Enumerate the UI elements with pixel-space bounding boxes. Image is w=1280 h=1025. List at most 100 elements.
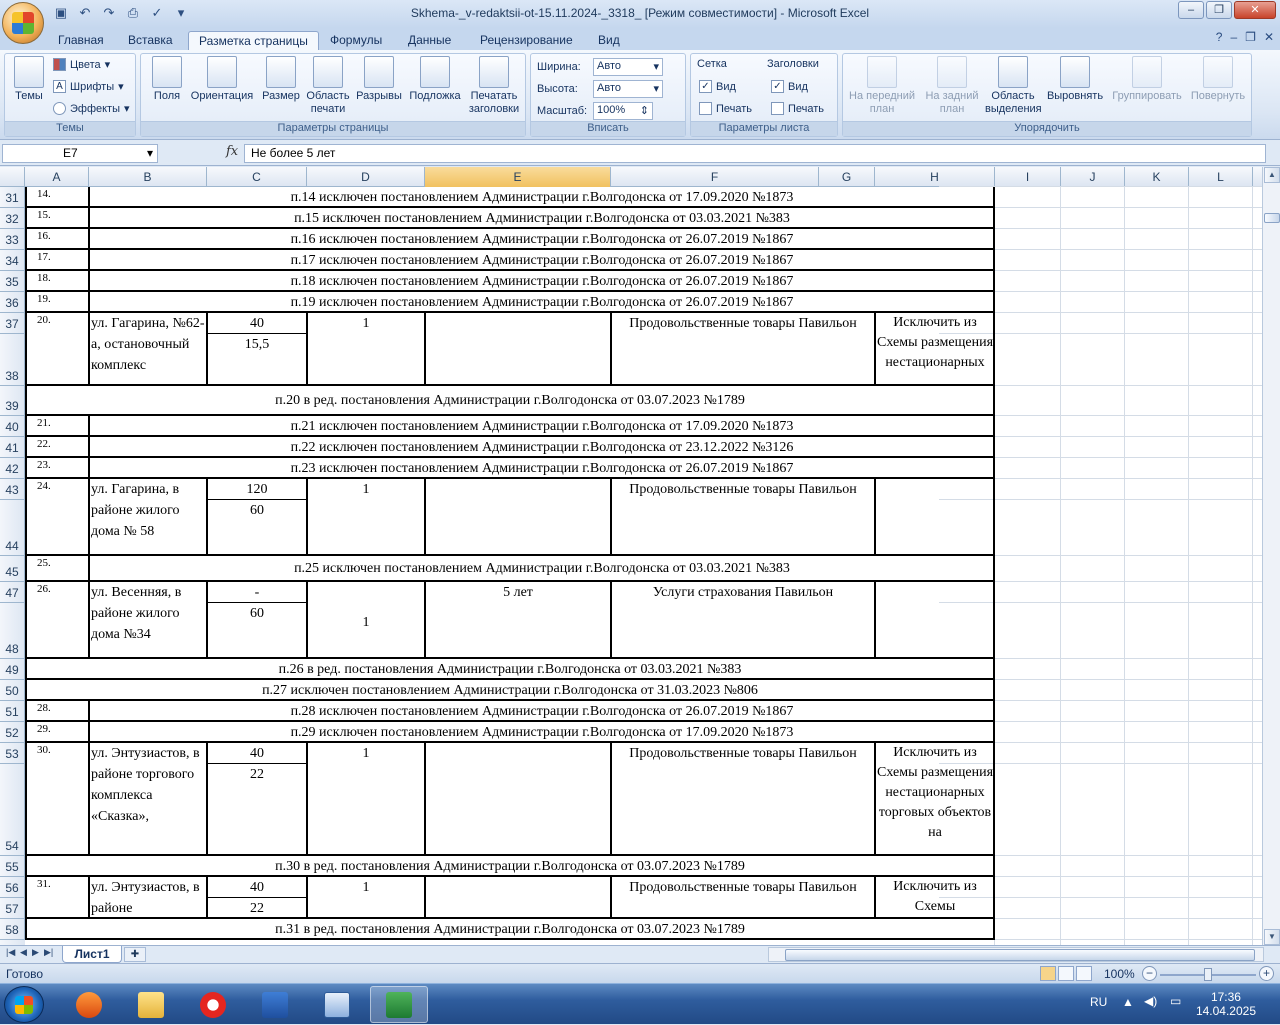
- colors-button[interactable]: Цвета ▾: [53, 58, 110, 71]
- horizontal-scrollbar[interactable]: [768, 947, 1264, 962]
- row-header-52[interactable]: 52: [0, 722, 25, 743]
- tab-data[interactable]: Данные: [398, 31, 461, 50]
- column-header-d[interactable]: D: [307, 167, 425, 187]
- normal-view-icon[interactable]: [1040, 966, 1056, 981]
- row-header-53[interactable]: 53: [0, 743, 25, 764]
- row-header-34[interactable]: 34: [0, 250, 25, 271]
- page-layout-view-icon[interactable]: [1058, 966, 1074, 981]
- row-header-54[interactable]: 54: [0, 764, 25, 856]
- effects-button[interactable]: Эффекты ▾: [53, 102, 130, 115]
- column-header-b[interactable]: B: [89, 167, 207, 187]
- breaks-button[interactable]: Разрывы: [353, 56, 405, 103]
- ribbon-close-icon[interactable]: ✕: [1264, 30, 1274, 44]
- tab-home[interactable]: Главная: [48, 31, 114, 50]
- zoom-slider-knob[interactable]: [1204, 968, 1212, 981]
- office-button[interactable]: [2, 2, 44, 44]
- help-icon[interactable]: ?: [1216, 30, 1223, 44]
- headings-view-checkbox[interactable]: ✓ Вид: [771, 80, 808, 93]
- column-header-j[interactable]: J: [1061, 167, 1125, 187]
- tab-page-layout[interactable]: Разметка страницы: [188, 31, 319, 50]
- bring-forward-button[interactable]: На передний план: [845, 56, 919, 116]
- name-box[interactable]: E7 ▾: [2, 144, 158, 163]
- vertical-scrollbar[interactable]: ▲ ▼: [1262, 167, 1280, 945]
- row-header-45[interactable]: 45: [0, 556, 25, 582]
- formula-input[interactable]: Не более 5 лет: [244, 144, 1266, 163]
- new-sheet-icon[interactable]: ✚: [124, 947, 146, 962]
- taskbar-media-player[interactable]: [60, 986, 118, 1023]
- row-header-49[interactable]: 49: [0, 659, 25, 680]
- next-sheet-icon[interactable]: ▶: [32, 947, 39, 958]
- background-button[interactable]: Подложка: [405, 56, 465, 103]
- zoom-level[interactable]: 100%: [1104, 967, 1135, 981]
- restore-button[interactable]: ❐: [1206, 1, 1232, 19]
- taskbar-app-window[interactable]: [308, 986, 366, 1023]
- row-header-55[interactable]: 55: [0, 856, 25, 877]
- scroll-down-icon[interactable]: ▼: [1264, 929, 1280, 945]
- taskbar-word[interactable]: [246, 986, 304, 1023]
- scroll-up-icon[interactable]: ▲: [1264, 167, 1280, 183]
- row-header-41[interactable]: 41: [0, 437, 25, 458]
- row-header-47[interactable]: 47: [0, 582, 25, 603]
- column-header-l[interactable]: L: [1189, 167, 1253, 187]
- insert-function-button[interactable]: fx: [226, 144, 238, 159]
- row-header-37[interactable]: 37: [0, 313, 25, 334]
- row-header-58[interactable]: 58: [0, 919, 25, 940]
- headings-print-checkbox[interactable]: Печать: [771, 102, 824, 115]
- print-titles-button[interactable]: Печатать заголовки: [465, 56, 523, 116]
- tab-view[interactable]: Вид: [588, 31, 630, 50]
- row-header-32[interactable]: 32: [0, 208, 25, 229]
- volume-icon[interactable]: ◀): [1144, 994, 1157, 1008]
- row-header-40[interactable]: 40: [0, 416, 25, 437]
- vertical-scroll-thumb[interactable]: [1264, 213, 1280, 223]
- column-header-i[interactable]: I: [995, 167, 1061, 187]
- row-header-57[interactable]: 57: [0, 898, 25, 919]
- cell-grid[interactable]: 14. п.14 исключен постановлением Админист…: [25, 186, 1262, 945]
- zoom-in-icon[interactable]: +: [1259, 966, 1274, 981]
- taskbar-explorer[interactable]: [122, 986, 180, 1023]
- start-button[interactable]: [4, 986, 44, 1023]
- selection-pane-button[interactable]: Область выделения: [985, 56, 1042, 116]
- column-header-c[interactable]: C: [207, 167, 307, 187]
- width-select[interactable]: Авто ▾: [593, 58, 663, 76]
- zoom-out-icon[interactable]: −: [1142, 966, 1157, 981]
- row-header-35[interactable]: 35: [0, 271, 25, 292]
- column-header-a[interactable]: A: [25, 167, 89, 187]
- send-backward-button[interactable]: На задний план: [919, 56, 985, 116]
- ribbon-restore-icon[interactable]: ❐: [1245, 30, 1256, 44]
- margins-button[interactable]: Поля: [147, 56, 187, 103]
- ribbon-minimize-icon[interactable]: –: [1230, 30, 1237, 44]
- close-button[interactable]: ✕: [1234, 1, 1276, 19]
- sheet-tab-list1[interactable]: Лист1: [62, 946, 122, 963]
- row-header-44[interactable]: 44: [0, 500, 25, 556]
- row-header-36[interactable]: 36: [0, 292, 25, 313]
- taskbar-excel[interactable]: [370, 986, 428, 1023]
- rotate-button[interactable]: Повернуть: [1187, 56, 1249, 103]
- column-header-f[interactable]: F: [611, 167, 819, 187]
- first-sheet-icon[interactable]: |◀: [6, 947, 15, 958]
- taskbar-yandex-browser[interactable]: [184, 986, 242, 1023]
- row-header-51[interactable]: 51: [0, 701, 25, 722]
- column-header-h[interactable]: H: [875, 167, 995, 187]
- column-header-e[interactable]: E: [425, 167, 611, 187]
- language-indicator[interactable]: RU: [1090, 995, 1107, 1009]
- fonts-button[interactable]: A Шрифты ▾: [53, 80, 124, 93]
- align-button[interactable]: Выровнять: [1043, 56, 1107, 103]
- tray-arrow-icon[interactable]: ▲: [1122, 995, 1134, 1009]
- themes-button[interactable]: Темы: [9, 56, 49, 103]
- row-header-39[interactable]: 39: [0, 386, 25, 416]
- minimize-button[interactable]: –: [1178, 1, 1204, 19]
- tab-review[interactable]: Рецензирование: [470, 31, 583, 50]
- row-header-50[interactable]: 50: [0, 680, 25, 701]
- select-all-button[interactable]: [0, 167, 25, 187]
- network-icon[interactable]: ▭: [1170, 994, 1181, 1008]
- gridlines-print-checkbox[interactable]: Печать: [699, 102, 752, 115]
- print-area-button[interactable]: Область печати: [303, 56, 353, 116]
- height-select[interactable]: Авто ▾: [593, 80, 663, 98]
- row-header-48[interactable]: 48: [0, 603, 25, 659]
- column-header-g[interactable]: G: [819, 167, 875, 187]
- row-header-38[interactable]: 38: [0, 334, 25, 386]
- scale-spinner[interactable]: 100% ⇕: [593, 102, 653, 120]
- clock[interactable]: 17:36 14.04.2025: [1196, 990, 1256, 1018]
- row-header-56[interactable]: 56: [0, 877, 25, 898]
- tab-insert[interactable]: Вставка: [118, 31, 183, 50]
